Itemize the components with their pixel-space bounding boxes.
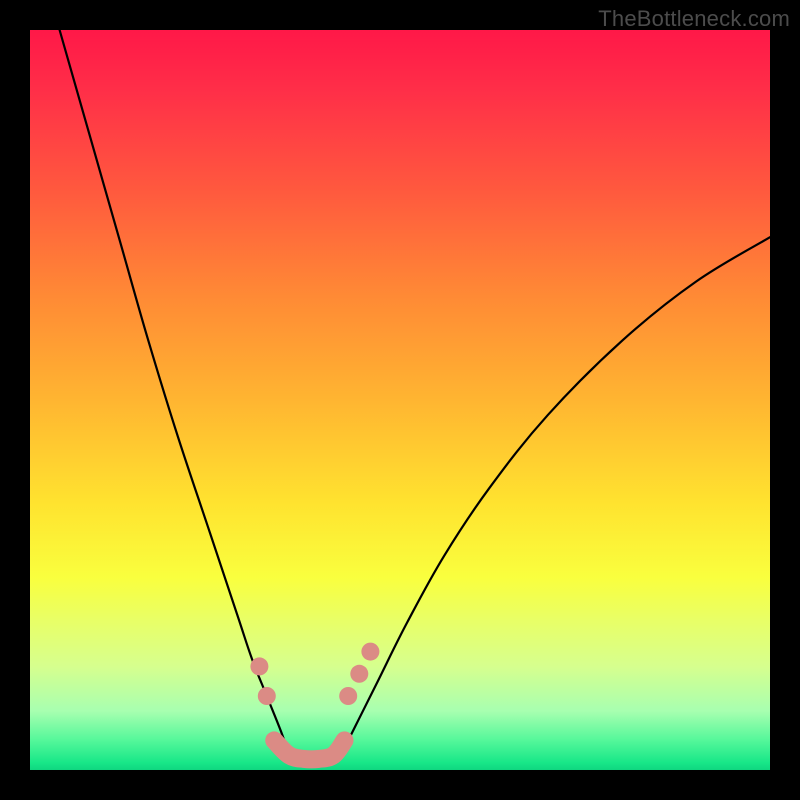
curve-left-branch [60,30,289,755]
chart-frame: TheBottleneck.com [0,0,800,800]
highlight-marker [258,687,276,705]
plot-area [30,30,770,770]
watermark-text: TheBottleneck.com [598,6,790,32]
highlight-marker [250,657,268,675]
valley-worm [274,740,344,759]
curve-right-branch [341,237,770,755]
highlight-marker [350,665,368,683]
highlight-marker [339,687,357,705]
highlight-markers [250,643,379,705]
highlight-marker [361,643,379,661]
curve-layer [30,30,770,770]
